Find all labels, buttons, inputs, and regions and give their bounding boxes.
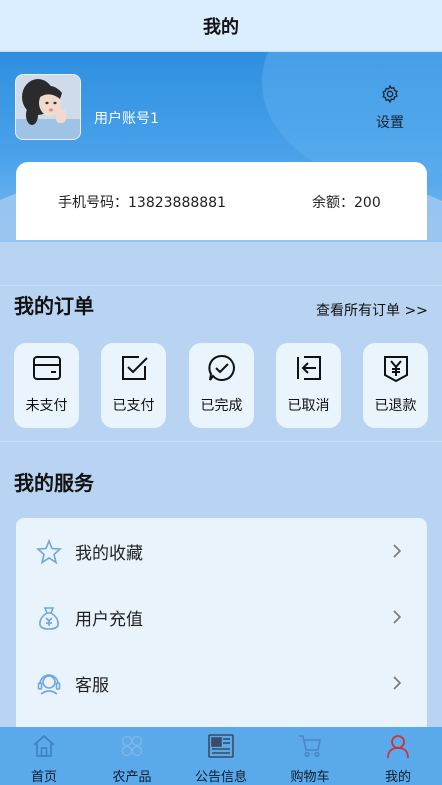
service-recharge-label: 用户充值 [75, 609, 143, 630]
phone-label: 手机号码： [58, 195, 128, 211]
order-cancelled-button[interactable]: 已取消 [276, 343, 341, 428]
order-cancelled-label: 已取消 [287, 398, 330, 414]
cart-icon [297, 727, 323, 763]
service-favorites-label: 我的收藏 [75, 543, 143, 564]
exit-arrow-icon [294, 343, 324, 387]
bottom-tab-bar: 首页 农产品 公告信息 购物车 我的 [0, 727, 442, 785]
chat-check-icon [207, 343, 237, 387]
chevron-right-icon [392, 543, 402, 562]
chevron-right-icon [392, 675, 402, 694]
order-completed-button[interactable]: 已完成 [189, 343, 254, 428]
money-bag-icon [36, 605, 62, 635]
balance-label: 余额： [312, 195, 354, 211]
divider [0, 285, 442, 286]
avatar[interactable] [15, 74, 81, 140]
divider [0, 441, 442, 442]
order-refunded-button[interactable]: 已退款 [363, 343, 428, 428]
view-all-orders-link[interactable]: 查看所有订单 >> [316, 300, 428, 320]
tab-products-label: 农产品 [112, 770, 152, 785]
services-section-title: 我的服务 [14, 471, 94, 495]
services-card: 我的收藏 用户充值 客服 [16, 518, 427, 748]
star-icon [36, 538, 62, 569]
card-icon [32, 343, 62, 387]
tab-announcements[interactable]: 公告信息 [177, 727, 265, 785]
tab-mine-label: 我的 [384, 770, 411, 785]
tab-cart[interactable]: 购物车 [266, 727, 354, 785]
checkbox-icon [119, 343, 149, 387]
settings-button[interactable]: 设置 [362, 84, 418, 131]
username: 用户账号1 [94, 111, 159, 127]
order-paid-button[interactable]: 已支付 [101, 343, 166, 428]
grid-icon [119, 727, 145, 763]
service-customer-support-label: 客服 [75, 675, 109, 696]
balance: 余额：200 [312, 192, 381, 212]
chevron-right-icon [392, 609, 402, 628]
top-navigation-bar: 我的 [0, 0, 442, 52]
tab-cart-label: 购物车 [290, 770, 330, 785]
tab-products[interactable]: 农产品 [88, 727, 176, 785]
tab-mine[interactable]: 我的 [354, 727, 442, 785]
yen-envelope-icon [381, 343, 411, 387]
service-favorites[interactable]: 我的收藏 [16, 524, 427, 578]
service-customer-support[interactable]: 客服 [16, 656, 427, 710]
headset-icon [36, 671, 62, 701]
order-unpaid-label: 未支付 [25, 398, 68, 414]
settings-label: 设置 [376, 115, 404, 131]
order-paid-label: 已支付 [112, 398, 155, 414]
newspaper-icon [207, 727, 235, 763]
balance-value: 200 [354, 195, 381, 211]
tab-home[interactable]: 首页 [0, 727, 88, 785]
order-refunded-label: 已退款 [374, 398, 417, 414]
user-icon [385, 727, 411, 763]
tab-announcements-label: 公告信息 [194, 770, 247, 785]
tab-home-label: 首页 [30, 770, 57, 785]
page-title: 我的 [203, 16, 239, 38]
order-unpaid-button[interactable]: 未支付 [14, 343, 79, 428]
orders-section-title: 我的订单 [14, 294, 94, 318]
order-completed-label: 已完成 [200, 398, 243, 414]
account-info-card: 手机号码：13823888881 余额：200 [16, 162, 427, 240]
phone-value: 13823888881 [128, 195, 226, 211]
home-icon [31, 727, 57, 763]
phone-number: 手机号码：13823888881 [58, 192, 226, 212]
gear-icon [380, 84, 400, 108]
service-recharge[interactable]: 用户充值 [16, 590, 427, 644]
